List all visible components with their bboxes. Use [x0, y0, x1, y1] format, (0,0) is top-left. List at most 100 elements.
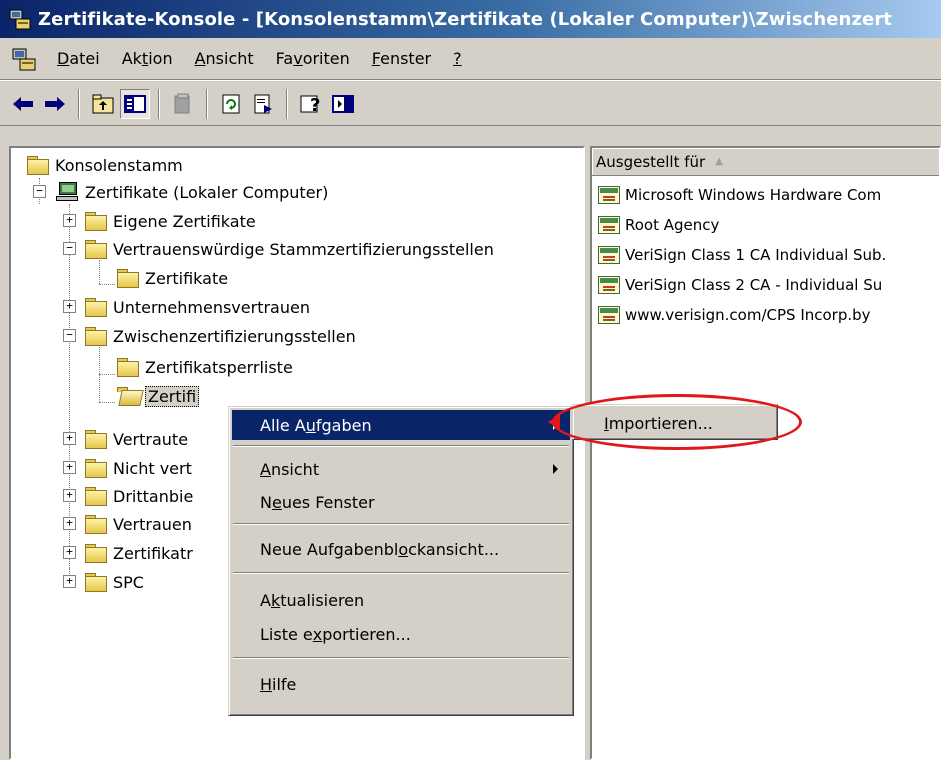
window-title: Zertifikate-Konsole - [Konsolenstamm\Zer… [38, 8, 893, 30]
system-menu-icon[interactable] [10, 45, 38, 73]
menu-aktion[interactable]: Aktion [111, 49, 184, 68]
certificate-icon [598, 216, 620, 234]
column-header-ausgestellt-fuer[interactable]: Ausgestellt für ▲ [592, 148, 939, 176]
list-item[interactable]: Root Agency [598, 210, 719, 240]
annotation-pointer [548, 414, 560, 430]
help-icon[interactable]: ? [296, 89, 326, 119]
expand-icon[interactable]: + [63, 300, 76, 313]
collapse-icon[interactable]: − [63, 329, 76, 342]
folder-icon [85, 327, 107, 346]
menu-item-liste-exportieren[interactable]: Liste e x portieren... [232, 619, 570, 649]
expand-icon[interactable]: + [63, 432, 76, 445]
delete-icon[interactable] [168, 89, 198, 119]
folder-icon [85, 544, 107, 563]
list-item-label: Root Agency [625, 216, 720, 234]
menu-fenster[interactable]: Fenster [361, 49, 442, 68]
show-hide-tree-icon[interactable] [120, 88, 150, 119]
list-item-label: Microsoft Windows Hardware Com [625, 186, 882, 204]
expand-icon[interactable]: + [63, 575, 76, 588]
tree-item-vertrauenspersonen[interactable]: Vertrauen [85, 510, 192, 538]
export-list-icon[interactable] [248, 89, 278, 119]
expand-icon[interactable]: + [63, 461, 76, 474]
menu-item-aktualisieren[interactable]: Ak tualisieren [232, 585, 570, 615]
list-item[interactable]: VeriSign Class 1 CA Individual Sub. [598, 240, 886, 270]
folder-icon [85, 240, 107, 259]
svg-text:?: ? [310, 95, 320, 115]
menu-separator [233, 445, 569, 447]
folder-icon [85, 515, 107, 534]
column-header-label: Ausgestellt für [596, 152, 706, 171]
expand-icon[interactable]: + [63, 546, 76, 559]
folder-icon [117, 269, 139, 288]
tree-connector [99, 260, 100, 284]
menu-item-alle-aufgaben[interactable]: Alle Au fgaben [232, 410, 570, 440]
collapse-icon[interactable]: − [33, 185, 46, 198]
tree-item-zertifikatsperrliste[interactable]: Zertifikatsperrliste [117, 353, 293, 381]
folder-icon [85, 487, 107, 506]
tree-item-vertraute[interactable]: Vertraute [85, 425, 188, 453]
tree-item-label: SPC [113, 572, 144, 592]
toolbar: ? [0, 82, 941, 126]
list-item[interactable]: Microsoft Windows Hardware Com [598, 180, 881, 210]
menu-ansicht[interactable]: Ansicht [184, 49, 265, 68]
collapse-icon[interactable]: − [63, 242, 76, 255]
certificate-icon [598, 276, 620, 294]
tree-item-drittanbieter[interactable]: Drittanbie [85, 482, 193, 510]
list-item[interactable]: www.verisign.com/CPS Incorp.by [598, 300, 871, 330]
tree-item-zwischenzertifizierungsstellen[interactable]: Zwischenzertifizierungsstellen [85, 322, 356, 350]
list-item-label: VeriSign Class 1 CA Individual Sub. [625, 246, 887, 264]
tree-item-nicht-vertrauenswuerdig[interactable]: Nicht vert [85, 454, 192, 482]
menu-favoriten[interactable]: Favoriten [265, 49, 361, 68]
tree-item-label: Zertifikatsperrliste [145, 357, 293, 377]
menu-help[interactable]: ? [442, 49, 473, 68]
folder-icon [85, 212, 107, 231]
tree-item-unternehmensvertrauen[interactable]: Unternehmensvertrauen [85, 293, 310, 321]
expand-icon[interactable]: + [63, 517, 76, 530]
toolbar-separator [206, 88, 208, 119]
toolbar-separator [158, 88, 160, 119]
menu-item-neue-aufgabenblockansicht[interactable]: Neue Aufgabenbl o ckansicht... [232, 534, 570, 564]
menu-separator [233, 657, 569, 659]
tree-item-label: Zertifi [145, 385, 200, 407]
menu-item-ansicht[interactable]: Ansicht [232, 454, 570, 484]
list-item-label: VeriSign Class 2 CA - Individual Su [625, 276, 883, 294]
forward-icon[interactable] [40, 89, 70, 119]
expand-icon[interactable]: + [63, 214, 76, 227]
computer-icon [55, 182, 79, 202]
console-app-icon [8, 7, 32, 31]
tree-item-zertifikatregistrierung[interactable]: Zertifikatr [85, 539, 193, 567]
tree-item-label: Eigene Zertifikate [113, 211, 256, 231]
menu-datei[interactable]: Datei [46, 49, 111, 68]
folder-icon [85, 459, 107, 478]
tree-item-eigene-zertifikate[interactable]: Eigene Zertifikate [85, 207, 256, 235]
tree-item-spc[interactable]: SPC [85, 568, 144, 596]
certificate-icon [598, 306, 620, 324]
menu-item-neues-fenster[interactable]: Ne ues Fenster [232, 487, 570, 517]
list-item[interactable]: VeriSign Class 2 CA - Individual Su [598, 270, 882, 300]
title-bar[interactable]: Zertifikate-Konsole - [Konsolenstamm\Zer… [0, 0, 941, 38]
folder-icon [85, 430, 107, 449]
expand-icon[interactable]: + [63, 489, 76, 502]
tree-item-label: Vertrauen [113, 514, 192, 534]
certificate-icon [598, 186, 620, 204]
tree-connector [99, 402, 115, 403]
tree-item-zertifikate[interactable]: Zertifikate [117, 264, 228, 292]
tree-item-zertifikate-lokaler-computer[interactable]: Zertifikate (Lokaler Computer) [55, 178, 328, 206]
tree-connector [99, 374, 115, 375]
action-pane-icon[interactable] [328, 89, 358, 119]
toolbar-separator [286, 88, 288, 119]
tree-item-label: Zertifikate [145, 268, 229, 288]
tree-item-konsolenstamm[interactable]: Konsolenstamm [27, 151, 183, 179]
tree-item-label: Zertifikatr [113, 543, 193, 563]
sort-ascending-icon: ▲ [715, 156, 723, 167]
menu-bar: Datei Aktion Ansicht Favoriten Fenster ? [0, 38, 941, 80]
tree-item-zertifikate-selected[interactable]: Zertifi [117, 382, 200, 410]
back-icon[interactable] [8, 89, 38, 119]
results-list[interactable]: Ausgestellt für ▲ Microsoft Windows Hard… [590, 146, 941, 760]
tree-item-label: Nicht vert [113, 458, 192, 478]
tree-item-vertrauenswuerdige-stammzertifizierungsstellen[interactable]: Vertrauenswürdige Stammzertifizierungsst… [85, 235, 494, 263]
up-folder-icon[interactable] [88, 89, 118, 119]
menu-item-hilfe[interactable]: Hilfe [232, 669, 570, 699]
refresh-icon[interactable] [216, 89, 246, 119]
annotation-ellipse [552, 394, 802, 450]
